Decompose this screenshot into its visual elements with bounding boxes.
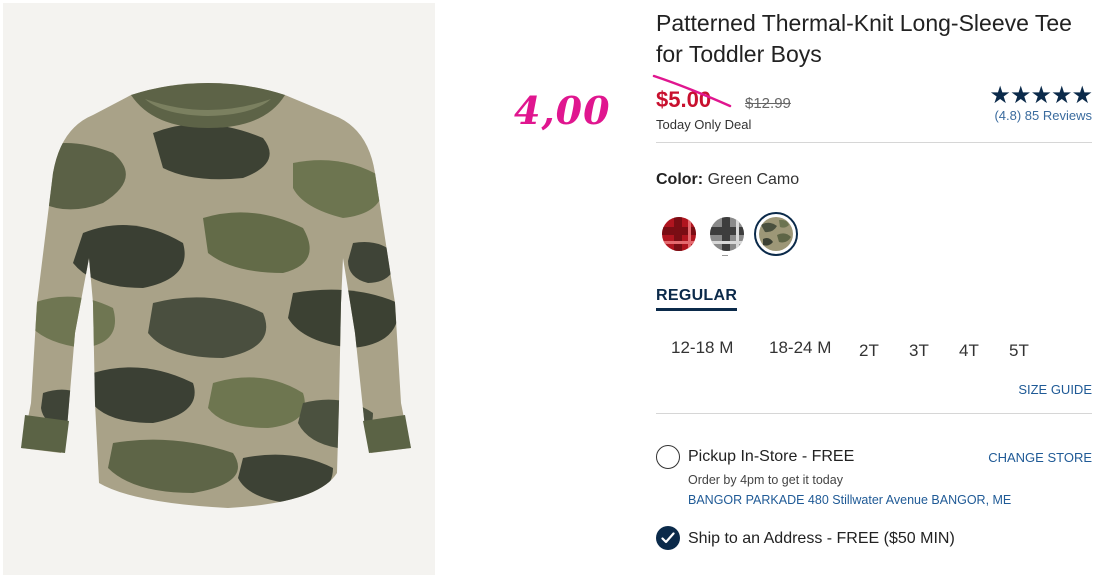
order-by-note: Order by 4pm to get it today [688,473,843,487]
gray-plaid-swatch-icon [710,217,744,251]
change-store-link[interactable]: CHANGE STORE [988,450,1092,465]
deal-label: Today Only Deal [656,117,752,132]
color-label: Color: [656,171,704,188]
store-address-link[interactable]: BANGOR PARKADE 480 Stillwater Avenue BAN… [688,493,1011,507]
reviews-link[interactable]: (4.8) 85 Reviews [989,108,1092,123]
divider [656,413,1092,414]
swatch-underline [722,255,728,256]
size-option[interactable]: 3T [909,341,929,361]
ship-radio-checked[interactable] [656,526,680,550]
checkmark-icon [661,532,675,544]
rating-value: (4.8) [994,108,1022,123]
size-option[interactable]: 4T [959,341,979,361]
star-rating-icons: ★★★★★ [989,82,1093,109]
pickup-label: Pickup In-Store - FREE [688,448,855,465]
color-selection-label: Color: Green Camo [656,171,799,189]
camo-tee-illustration [21,83,411,508]
size-option[interactable]: 18-24 M [769,338,831,358]
price-strike-mark [652,74,732,108]
swatch-green-camo[interactable] [759,217,793,251]
product-image[interactable] [3,3,435,575]
ship-label: Ship to an Address - FREE ($50 MIN) [688,530,955,547]
product-details-panel: Patterned Thermal-Knit Long-Sleeve Tee f… [652,0,1093,575]
swatch-red-plaid[interactable] [662,217,696,251]
size-option[interactable]: 2T [859,341,879,361]
tab-regular-sizes[interactable]: REGULAR [656,287,738,311]
green-camo-swatch-icon [759,217,793,251]
handwritten-price-annotation: 4,00 [514,88,611,133]
color-value: Green Camo [707,171,800,188]
red-plaid-swatch-icon [662,217,696,251]
product-title: Patterned Thermal-Knit Long-Sleeve Tee f… [656,10,1072,67]
original-price: $12.99 [745,95,791,112]
divider [656,142,1092,143]
size-option[interactable]: 5T [1009,341,1029,361]
size-guide-link[interactable]: SIZE GUIDE [1018,382,1092,397]
rating-summary[interactable]: ★★★★★ (4.8) 85 Reviews [989,82,1093,124]
swatch-gray-plaid[interactable] [710,217,744,251]
pickup-radio[interactable] [656,445,680,469]
review-count[interactable]: 85 Reviews [1025,108,1092,123]
size-option[interactable]: 12-18 M [671,338,733,358]
